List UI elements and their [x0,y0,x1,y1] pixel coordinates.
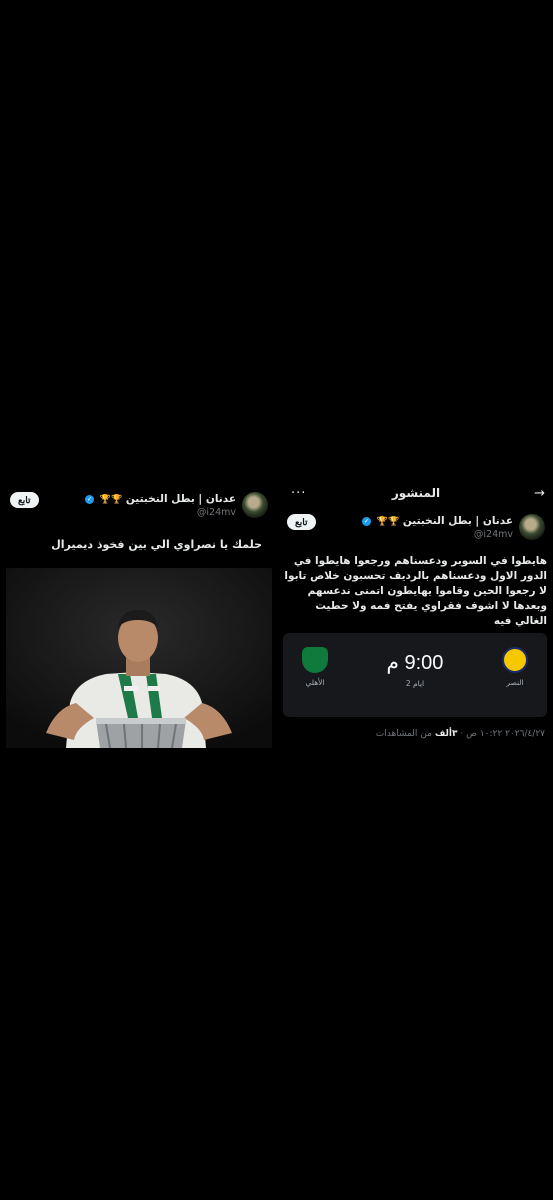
views-count[interactable]: ٣ألف [435,729,458,739]
left-post-author-row[interactable]: عدنان | بطل النخبتين 🏆🏆 ✓ @i24mv [78,492,268,526]
tweet-text: حلمك يا نصراوي الي بين فخوذ ديميرال [51,538,262,551]
left-post-panel: عدنان | بطل النخبتين 🏆🏆 ✓ @i24mv تابع حل… [0,478,276,753]
right-post-panel: ··· المنشور → عدنان | بطل النخبتين 🏆🏆 ✓ … [279,478,553,753]
verified-icon: ✓ [85,494,95,504]
al-ahli-logo [302,647,328,673]
display-name-text: عدنان | بطل النخبتين [402,515,513,527]
display-name-text: عدنان | بطل النخبتين [125,493,236,505]
away-team-name: الأهلي [305,678,325,687]
page-title: المنشور [391,486,441,500]
photo-illustration [6,568,272,748]
avatar[interactable] [519,514,545,540]
trophy-icon: 🏆🏆 [376,517,400,527]
handle[interactable]: @i24mv [474,529,513,540]
post-datetime: ٢٠٢٦/٤/٢٧ ١٠:٢٢ ص · [457,729,545,739]
views-label: من المشاهدات [375,729,435,739]
back-arrow-icon[interactable]: → [534,486,545,501]
trophy-icon: 🏆🏆 [99,495,123,505]
avatar[interactable] [242,492,268,518]
handle[interactable]: @i24mv [197,507,236,518]
post-header: ··· المنشور → [279,486,553,506]
verified-icon: ✓ [362,516,372,526]
match-card[interactable]: النصر 9:00 م 2 ايام الأهلي [283,633,547,717]
display-name[interactable]: عدنان | بطل النخبتين 🏆🏆 ✓ [362,515,513,527]
follow-button[interactable]: تابع [287,514,316,530]
tweet-text: هايطوا في السوبر ودعسناهم ورجعوا هايطوا … [284,555,547,627]
follow-button[interactable]: تابع [10,492,39,508]
post-photo[interactable] [6,568,272,748]
right-post-author-row[interactable]: عدنان | بطل النخبتين 🏆🏆 ✓ @i24mv [355,514,545,548]
away-team: الأهلي [295,647,335,687]
post-meta: ٢٠٢٦/٤/٢٧ ١٠:٢٢ ص · ٣ألف من المشاهدات [376,729,545,739]
display-name[interactable]: عدنان | بطل النخبتين 🏆🏆 ✓ [85,493,236,505]
